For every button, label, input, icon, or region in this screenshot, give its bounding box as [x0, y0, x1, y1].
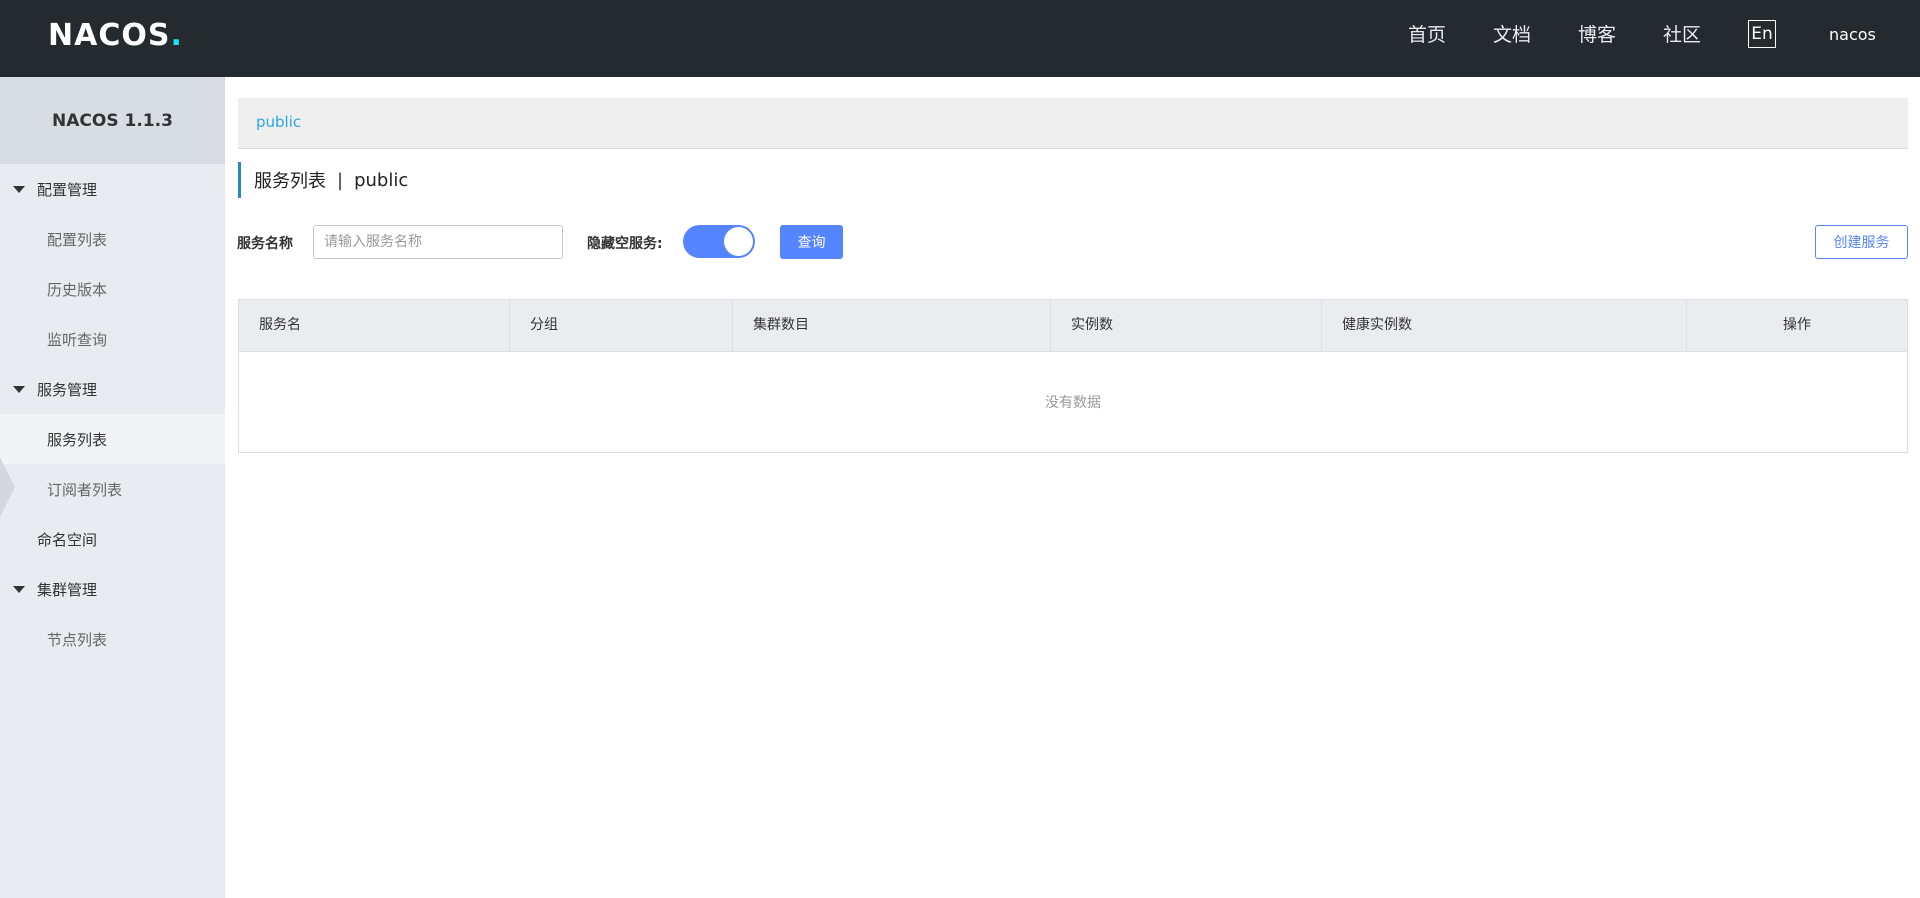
column-header-instance-count: 实例数: [1051, 300, 1322, 351]
sidebar-item-history[interactable]: 历史版本: [0, 264, 225, 314]
product-version: NACOS 1.1.3: [0, 77, 225, 164]
nav-docs[interactable]: 文档: [1493, 22, 1531, 48]
namespace-tab-public[interactable]: public: [256, 113, 301, 131]
main-content: public 服务列表 | public 服务名称 隐藏空服务: 查询 创建服务…: [225, 77, 1920, 898]
service-name-label: 服务名称: [237, 236, 293, 252]
current-user[interactable]: nacos: [1829, 24, 1876, 46]
menu-group-cluster[interactable]: 集群管理: [0, 564, 225, 614]
title-separator: |: [337, 169, 344, 191]
create-service-button[interactable]: 创建服务: [1815, 225, 1908, 259]
column-header-actions: 操作: [1783, 317, 1811, 333]
sidebar-collapse-handle[interactable]: [0, 457, 15, 517]
column-header-cluster-count: 集群数目: [733, 300, 1051, 351]
sidebar: NACOS 1.1.3 配置管理 配置列表 历史版本 监听查询 服务管理 服务列…: [0, 77, 225, 898]
language-switch-button[interactable]: En: [1748, 20, 1776, 48]
page-title: 服务列表 | public: [238, 162, 408, 198]
nav-home[interactable]: 首页: [1408, 22, 1446, 48]
caret-down-icon: [13, 185, 25, 193]
caret-down-icon: [13, 385, 25, 393]
column-header-service-name: 服务名: [239, 300, 510, 351]
sidebar-item-config-list[interactable]: 配置列表: [0, 214, 225, 264]
nacos-logo[interactable]: NACOS.: [48, 17, 183, 53]
logo-dot: .: [170, 17, 183, 53]
menu-group-label: 集群管理: [37, 580, 98, 599]
sidebar-item-listener-query[interactable]: 监听查询: [0, 314, 225, 364]
menu-group-service[interactable]: 服务管理: [0, 364, 225, 414]
table-header: 服务名 分组 集群数目 实例数 健康实例数 操作: [239, 300, 1907, 352]
column-header-group: 分组: [510, 300, 733, 351]
column-header-healthy-instance-count: 健康实例数: [1322, 300, 1687, 351]
logo-text: NACOS: [48, 17, 171, 53]
caret-down-icon: [13, 585, 25, 593]
page-title-namespace: public: [354, 169, 409, 191]
sidebar-item-service-list[interactable]: 服务列表: [0, 414, 225, 464]
menu-group-config[interactable]: 配置管理: [0, 164, 225, 214]
top-navigation-bar: NACOS. 首页 文档 博客 社区 En nacos: [0, 0, 1920, 77]
toggle-knob: [724, 227, 753, 256]
query-button[interactable]: 查询: [780, 225, 843, 259]
hide-empty-service-label: 隐藏空服务:: [587, 236, 663, 252]
service-name-input[interactable]: [313, 225, 563, 259]
sidebar-item-subscriber-list[interactable]: 订阅者列表: [0, 464, 225, 514]
table-empty-message: 没有数据: [1045, 395, 1101, 411]
menu-group-label: 配置管理: [37, 180, 98, 199]
page-title-text: 服务列表: [254, 171, 326, 192]
hide-empty-service-toggle[interactable]: [683, 225, 755, 258]
service-table: 服务名 分组 集群数目 实例数 健康实例数 操作 没有数据: [238, 299, 1908, 453]
sidebar-item-node-list[interactable]: 节点列表: [0, 614, 225, 664]
nav-blog[interactable]: 博客: [1578, 22, 1616, 48]
namespace-bar: public: [238, 98, 1908, 149]
sidebar-item-namespace[interactable]: 命名空间: [0, 514, 225, 564]
nav-community[interactable]: 社区: [1663, 22, 1701, 48]
menu-group-label: 服务管理: [37, 380, 98, 399]
